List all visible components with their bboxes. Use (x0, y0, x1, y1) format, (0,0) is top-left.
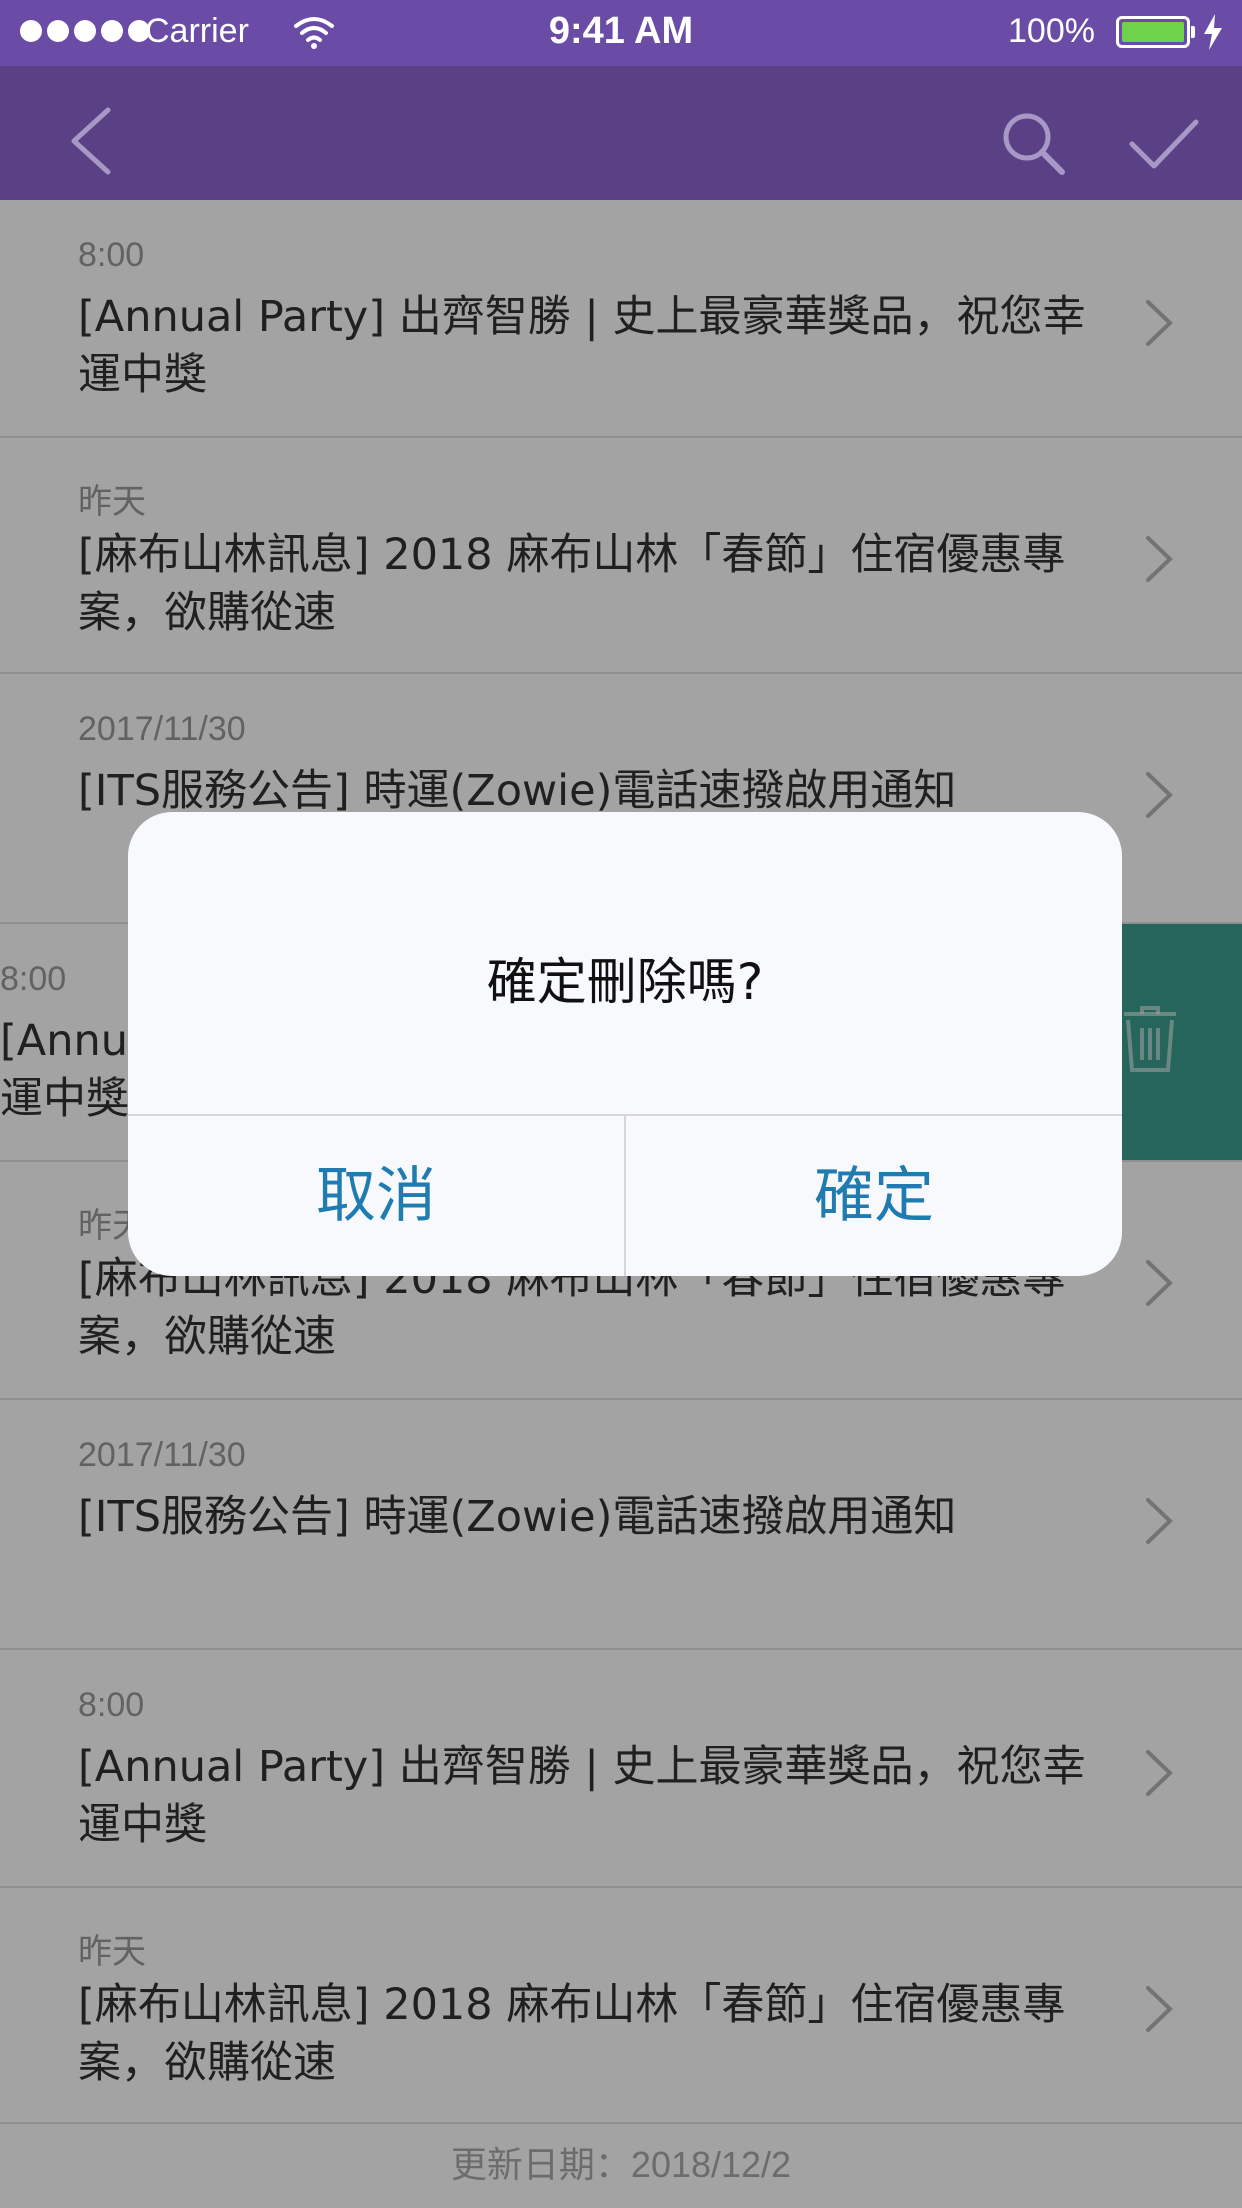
cancel-button[interactable]: 取消 (128, 1116, 624, 1276)
delete-confirm-dialog: 確定刪除嗎? 取消 確定 (128, 812, 1122, 1276)
battery-nub (1191, 26, 1195, 38)
battery-icon (1116, 16, 1190, 48)
checkmark-icon[interactable] (1128, 116, 1200, 172)
charging-bolt-icon (1204, 14, 1222, 50)
navigation-bar (0, 66, 1242, 200)
battery-percent: 100% (1008, 12, 1095, 50)
search-icon[interactable] (1000, 110, 1066, 176)
dialog-message: 確定刪除嗎? (486, 953, 764, 1011)
status-bar: Carrier 9:41 AM 100% (0, 0, 1242, 66)
chevron-left-icon[interactable] (66, 106, 116, 176)
confirm-button[interactable]: 確定 (626, 1116, 1122, 1276)
